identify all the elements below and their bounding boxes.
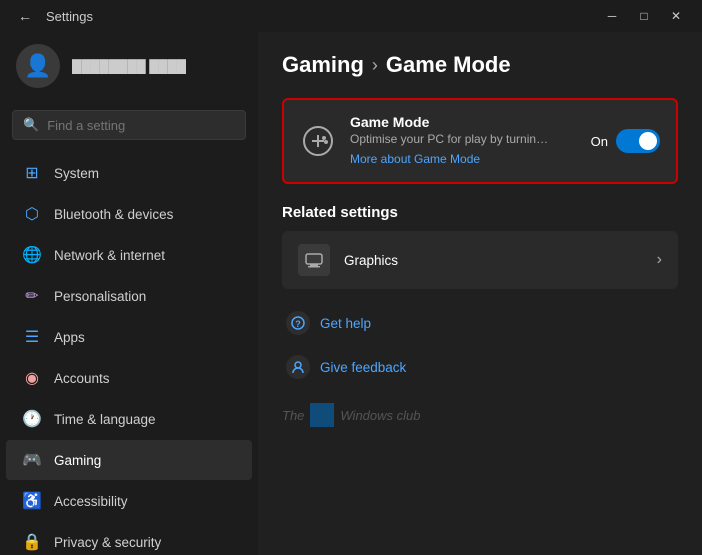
toggle-knob — [639, 132, 657, 150]
search-icon: 🔍 — [23, 117, 39, 133]
titlebar-left: ← Settings — [12, 6, 93, 26]
get-help-link[interactable]: ? Get help — [282, 303, 678, 343]
bluetooth-icon: ⬡ — [22, 204, 42, 224]
personalisation-icon: ✏ — [22, 286, 42, 306]
sidebar-item-label-time: Time & language — [54, 412, 156, 427]
watermark-icon — [310, 403, 334, 427]
game-mode-description: Optimise your PC for play by turnin… — [350, 132, 577, 146]
breadcrumb: Gaming › Game Mode — [282, 52, 678, 78]
sidebar-item-time[interactable]: 🕐 Time & language — [6, 399, 252, 439]
sidebar-item-gaming[interactable]: 🎮 Gaming — [6, 440, 252, 480]
accounts-icon: ◉ — [22, 368, 42, 388]
give-feedback-label: Give feedback — [320, 360, 406, 375]
toggle-label: On — [591, 134, 608, 149]
graphics-icon — [298, 244, 330, 276]
sidebar-item-accessibility[interactable]: ♿ Accessibility — [6, 481, 252, 521]
game-mode-toggle[interactable] — [616, 129, 660, 153]
avatar: 👤 — [16, 44, 60, 88]
avatar-icon: 👤 — [24, 53, 51, 79]
time-icon: 🕐 — [22, 409, 42, 429]
apps-icon: ☰ — [22, 327, 42, 347]
give-feedback-icon — [286, 355, 310, 379]
system-icon: ⊞ — [22, 163, 42, 183]
back-button[interactable]: ← — [12, 6, 38, 26]
graphics-item[interactable]: Graphics › — [282, 231, 678, 289]
app-title: Settings — [46, 9, 93, 24]
graphics-label: Graphics — [344, 253, 643, 268]
minimize-button[interactable]: ─ — [598, 6, 626, 26]
graphics-chevron: › — [657, 251, 662, 269]
watermark-text2: Windows club — [340, 408, 420, 423]
gaming-icon: 🎮 — [22, 450, 42, 470]
sidebar-item-label-bluetooth: Bluetooth & devices — [54, 207, 173, 222]
sidebar-item-label-apps: Apps — [54, 330, 85, 345]
user-name: ████████ ████ — [72, 59, 186, 74]
watermark: The Windows club — [282, 403, 678, 427]
breadcrumb-separator: › — [372, 55, 378, 76]
give-feedback-link[interactable]: Give feedback — [282, 347, 678, 387]
sidebar-item-label-personalisation: Personalisation — [54, 289, 146, 304]
sidebar-item-label-system: System — [54, 166, 99, 181]
search-box[interactable]: 🔍 — [12, 110, 246, 140]
breadcrumb-current: Game Mode — [386, 52, 511, 78]
search-container: 🔍 — [0, 104, 258, 152]
get-help-icon: ? — [286, 311, 310, 335]
network-icon: 🌐 — [22, 245, 42, 265]
game-mode-text: Game Mode Optimise your PC for play by t… — [350, 114, 577, 168]
sidebar-item-privacy[interactable]: 🔒 Privacy & security — [6, 522, 252, 555]
main-content: Gaming › Game Mode Game Mode Optimise yo… — [258, 32, 702, 555]
game-mode-title: Game Mode — [350, 114, 577, 130]
accessibility-icon: ♿ — [22, 491, 42, 511]
close-button[interactable]: ✕ — [662, 6, 690, 26]
sidebar: 👤 ████████ ████ 🔍 ⊞ System ⬡ Bluetooth & de… — [0, 32, 258, 555]
watermark-text1: The — [282, 408, 304, 423]
get-help-label: Get help — [320, 316, 371, 331]
sidebar-item-label-privacy: Privacy & security — [54, 535, 161, 550]
game-mode-icon — [300, 123, 336, 159]
related-settings-title: Related settings — [282, 204, 678, 221]
sidebar-item-personalisation[interactable]: ✏ Personalisation — [6, 276, 252, 316]
search-input[interactable] — [47, 118, 235, 133]
sidebar-item-label-gaming: Gaming — [54, 453, 101, 468]
sidebar-item-network[interactable]: 🌐 Network & internet — [6, 235, 252, 275]
sidebar-item-apps[interactable]: ☰ Apps — [6, 317, 252, 357]
game-mode-card: Game Mode Optimise your PC for play by t… — [282, 98, 678, 184]
privacy-icon: 🔒 — [22, 532, 42, 552]
game-mode-link[interactable]: More about Game Mode — [350, 152, 480, 166]
help-links: ? Get help Give feedback — [282, 303, 678, 387]
related-settings-card: Graphics › — [282, 231, 678, 289]
sidebar-item-label-accessibility: Accessibility — [54, 494, 128, 509]
sidebar-item-bluetooth[interactable]: ⬡ Bluetooth & devices — [6, 194, 252, 234]
game-mode-toggle-area: On — [591, 129, 660, 153]
sidebar-item-label-network: Network & internet — [54, 248, 165, 263]
app-container: 👤 ████████ ████ 🔍 ⊞ System ⬡ Bluetooth & de… — [0, 32, 702, 555]
sidebar-item-system[interactable]: ⊞ System — [6, 153, 252, 193]
nav-list: ⊞ System ⬡ Bluetooth & devices 🌐 Network & in… — [0, 152, 258, 555]
sidebar-item-accounts[interactable]: ◉ Accounts — [6, 358, 252, 398]
breadcrumb-parent: Gaming — [282, 52, 364, 78]
window-controls: ─ □ ✕ — [598, 6, 690, 26]
titlebar: ← Settings ─ □ ✕ — [0, 0, 702, 32]
user-profile[interactable]: 👤 ████████ ████ — [0, 32, 258, 100]
sidebar-item-label-accounts: Accounts — [54, 371, 110, 386]
restore-button[interactable]: □ — [630, 6, 658, 26]
svg-text:?: ? — [295, 319, 301, 329]
